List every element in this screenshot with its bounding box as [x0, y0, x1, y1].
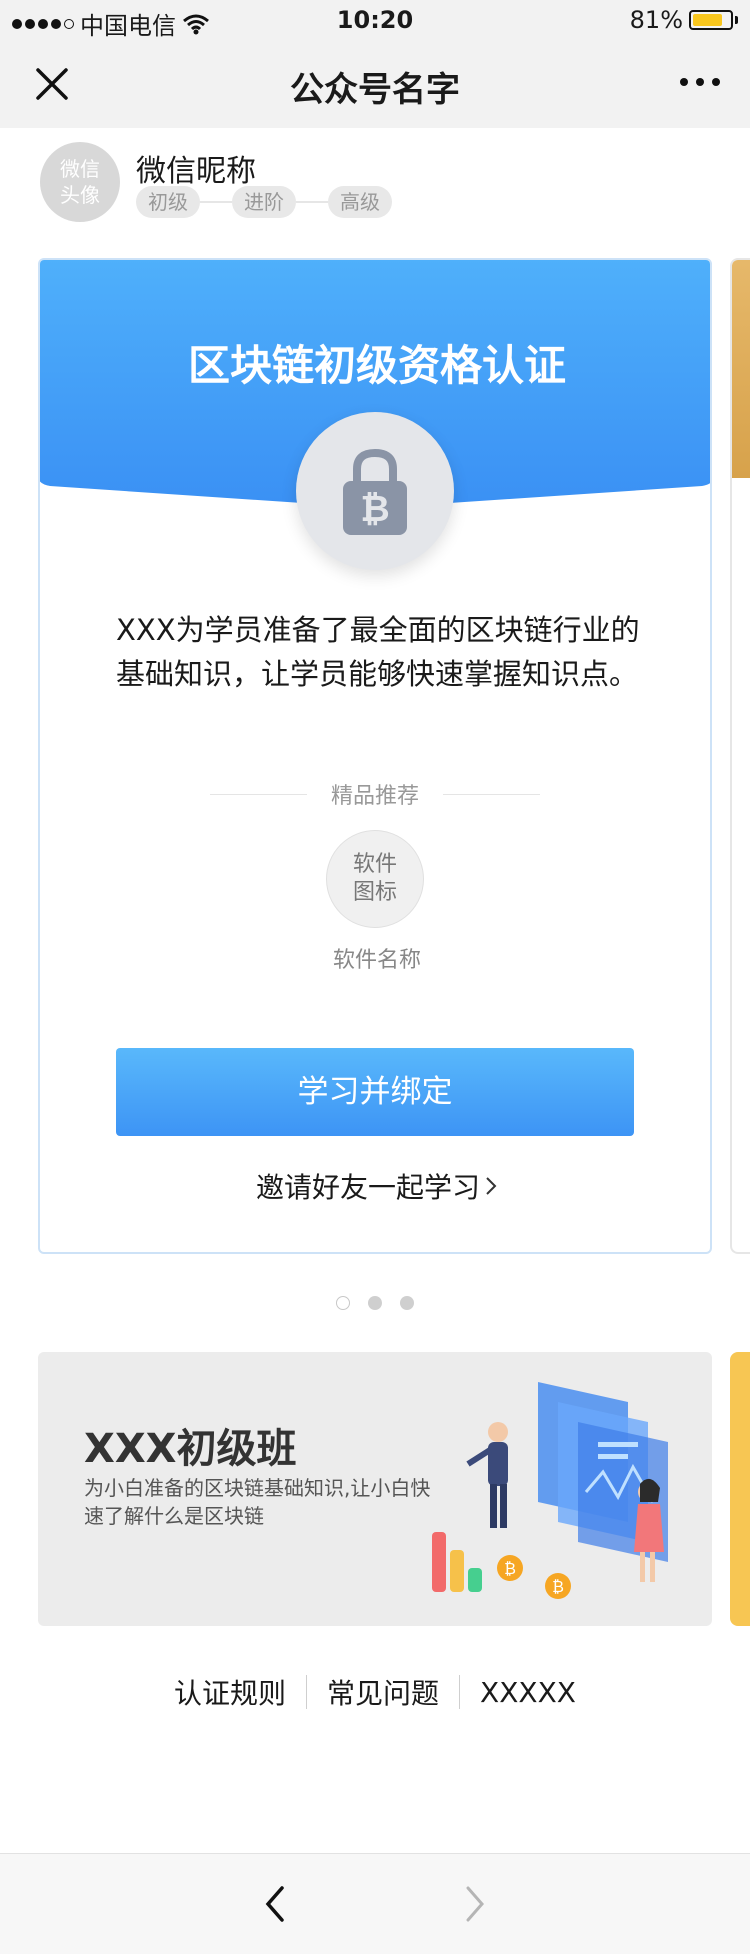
nickname: 微信昵称	[136, 154, 256, 189]
svg-text:₿: ₿	[360, 489, 389, 530]
more-icon[interactable]	[680, 78, 720, 86]
battery-icon	[689, 10, 733, 30]
avatar-label: 微信头像	[60, 157, 100, 207]
page-title: 公众号名字	[290, 70, 460, 110]
svg-text:₿: ₿	[504, 1559, 516, 1578]
link-faq[interactable]: 常见问题	[327, 1672, 439, 1712]
bottom-toolbar	[0, 1853, 750, 1954]
status-bar: 中国电信 10:20 81%	[0, 0, 750, 40]
battery-status: 81%	[630, 6, 738, 34]
app-name: 软件名称	[332, 948, 421, 973]
study-and-bind-button[interactable]: 学习并绑定	[116, 1048, 634, 1136]
app-icon[interactable]: 软件图标	[326, 830, 424, 928]
lock-badge: ₿	[296, 412, 454, 570]
blockchain-illustration: ₿ ₿	[432, 1382, 668, 1599]
battery-percent: 81%	[629, 6, 683, 34]
banner-title: XXX初级班	[84, 1426, 297, 1472]
invite-friends-link[interactable]: 邀请好友一起学习	[40, 1166, 710, 1206]
card-title: 区块链初级资格认证	[187, 341, 566, 390]
footer-links: 认证规则 常见问题 XXXXX	[0, 1672, 750, 1712]
banner-description: 为小白准备的区块链基础知识,让小白快速了解什么是区块链	[84, 1476, 431, 1528]
invite-friends-label: 邀请好友一起学习	[255, 1171, 480, 1204]
svg-text:₿: ₿	[552, 1577, 564, 1596]
pager-dot[interactable]	[400, 1296, 414, 1310]
course-banner[interactable]: XXX初级班 为小白准备的区块链基础知识,让小白快速了解什么是区块链 ₿ ₿	[38, 1352, 712, 1626]
recommend-divider: 精品推荐	[210, 778, 541, 810]
recommend-label: 精品推荐	[331, 784, 420, 809]
link-certification-rules[interactable]: 认证规则	[174, 1672, 286, 1712]
lock-bitcoin-icon: ₿	[343, 448, 407, 535]
carousel-pager	[336, 1296, 414, 1310]
level-badge-advanced: 进阶	[232, 186, 296, 218]
app-icon-label: 软件图标	[352, 852, 397, 905]
next-card-peek[interactable]	[730, 258, 750, 1254]
level-badge-senior: 高级	[328, 186, 392, 218]
pager-dot[interactable]	[336, 1296, 350, 1310]
avatar: 微信头像	[40, 142, 120, 222]
card-description: XXX为学员准备了最全面的区块链行业的基础知识，让学员能够快速掌握知识点。	[116, 613, 640, 691]
link-other[interactable]: XXXXX	[480, 1676, 576, 1709]
level-progress: 初级 进阶 高级	[136, 186, 392, 218]
forward-arrow-icon[interactable]	[462, 1884, 488, 1924]
level-badge-beginner: 初级	[136, 186, 200, 218]
chevron-right-icon	[486, 1177, 497, 1195]
back-arrow-icon[interactable]	[262, 1884, 288, 1924]
certification-card: 区块链初级资格认证 ₿ XXX为学员准备了最全面的区块链行业的基础知识，让学员能…	[38, 258, 712, 1254]
next-banner-peek[interactable]	[730, 1352, 750, 1626]
pager-dot[interactable]	[368, 1296, 382, 1310]
nav-bar: 公众号名字	[0, 40, 750, 128]
